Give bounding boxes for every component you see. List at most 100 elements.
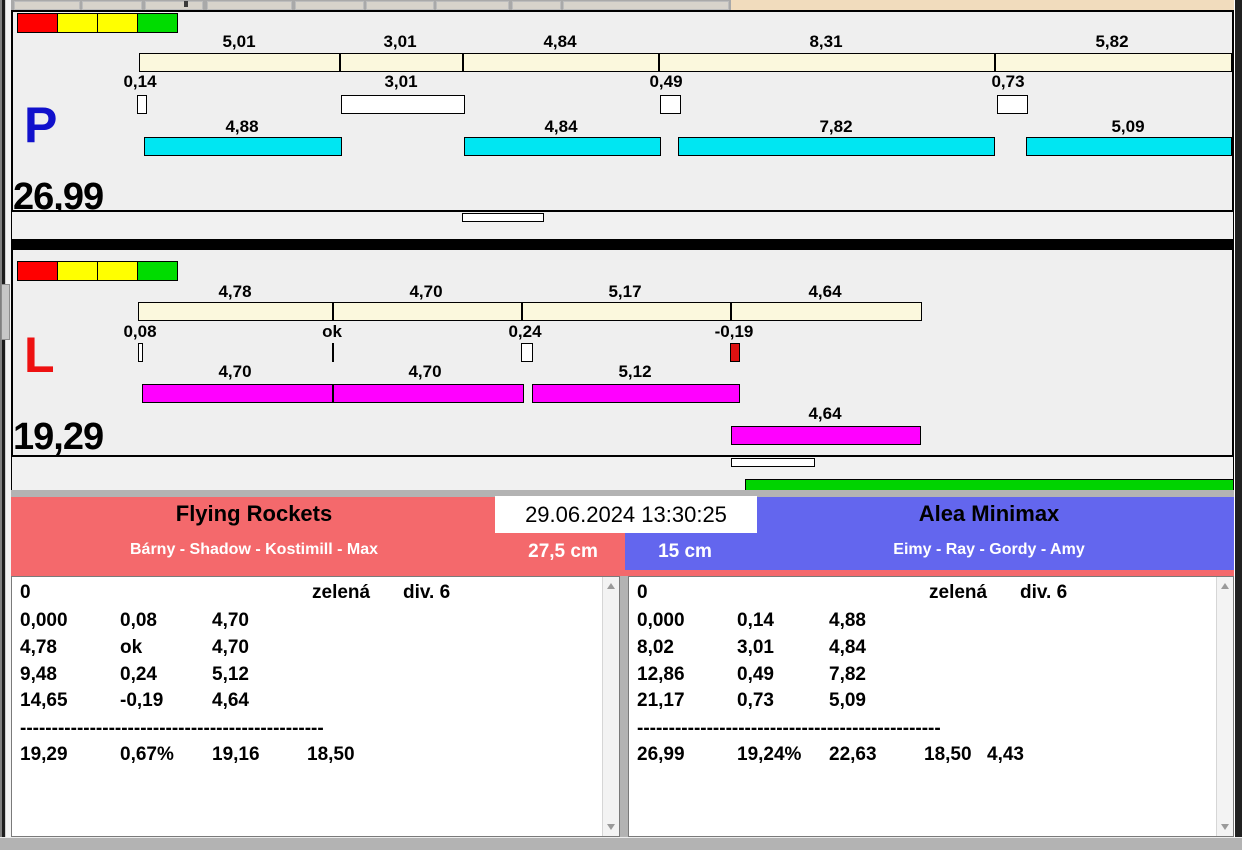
log-cell: 21,17 bbox=[637, 690, 685, 711]
window-fragment bbox=[436, 1, 509, 10]
gap-marker-box bbox=[341, 95, 465, 114]
log-cell: 4,88 bbox=[829, 610, 866, 631]
log-cell: 0,000 bbox=[637, 610, 685, 631]
measure-bar bbox=[1026, 137, 1232, 156]
gap-marker-box bbox=[997, 95, 1028, 114]
log-cell: 14,65 bbox=[20, 690, 68, 711]
log-scrollbar[interactable] bbox=[1216, 577, 1233, 836]
log-cell: 0,24 bbox=[120, 664, 157, 685]
lane-l-scale-bar bbox=[138, 302, 922, 321]
gap-marker-tick bbox=[332, 343, 334, 362]
log-cell: 4,84 bbox=[829, 637, 866, 658]
log-cell: ok bbox=[120, 637, 143, 658]
team-right-distance: 15 cm bbox=[658, 541, 712, 562]
lane-p-progress-box bbox=[462, 213, 544, 222]
window-fragment bbox=[366, 1, 434, 10]
scale-divider bbox=[332, 303, 334, 320]
window-bottom-edge bbox=[0, 837, 1242, 850]
window-fragment bbox=[295, 1, 364, 10]
log-cell: 7,82 bbox=[829, 664, 866, 685]
scale-segment-label: 8,31 bbox=[809, 32, 843, 51]
log-scrollbar[interactable] bbox=[602, 577, 619, 836]
gap-label: 0,08 bbox=[123, 322, 157, 341]
bar-label: 4,70 bbox=[408, 362, 442, 381]
gap-label: 0,14 bbox=[123, 72, 157, 91]
team-right-log: 0 zelená div. 6 0,000 0,14 4,88 8,02 3,0… bbox=[628, 576, 1234, 837]
scale-segment-label: 4,70 bbox=[409, 282, 443, 301]
team-left-distance: 27,5 cm bbox=[528, 541, 598, 562]
edge-scrollbar-thumb[interactable] bbox=[1, 284, 10, 340]
bar-divider bbox=[332, 385, 334, 402]
scale-segment-label: 4,64 bbox=[808, 282, 842, 301]
log-cell: 4,70 bbox=[212, 637, 249, 658]
scale-segment-label: 5,17 bbox=[608, 282, 642, 301]
gap-label: 0,24 bbox=[508, 322, 542, 341]
gap-label: -0,19 bbox=[714, 322, 754, 341]
log-total: 18,50 bbox=[307, 744, 355, 765]
window-chrome-top bbox=[11, 0, 731, 10]
lane-p-total: 26,99 bbox=[13, 176, 104, 218]
measurement-app-window: 5,01 3,01 4,84 8,31 5,82 0,14 3,01 0,49 … bbox=[0, 0, 1242, 850]
log-total: 4,43 bbox=[987, 744, 1024, 765]
gap-label: 3,01 bbox=[384, 72, 418, 91]
team-right-members: Eimy - Ray - Gordy - Amy bbox=[893, 541, 1085, 558]
scale-segment-label: 3,01 bbox=[383, 32, 417, 51]
log-total: 26,99 bbox=[637, 744, 685, 765]
measure-bar bbox=[142, 384, 524, 403]
log-cell: 0,49 bbox=[737, 664, 774, 685]
gap-label: 0,49 bbox=[649, 72, 683, 91]
window-fragment bbox=[145, 1, 203, 10]
measure-bar bbox=[144, 137, 342, 156]
log-cell: 3,01 bbox=[737, 637, 774, 658]
log-cell: -0,19 bbox=[120, 690, 164, 711]
log-total: 0,67% bbox=[120, 744, 174, 765]
measure-bar bbox=[731, 426, 921, 445]
log-separator: ----------------------------------------… bbox=[20, 718, 324, 739]
panel-separator bbox=[11, 239, 1234, 250]
log-cell-color: zelená bbox=[929, 582, 988, 603]
scale-divider bbox=[730, 303, 732, 320]
window-fragment bbox=[14, 1, 80, 10]
team-left-members: Bárny - Shadow - Kostimill - Max bbox=[129, 541, 379, 558]
gap-label: ok bbox=[322, 322, 342, 341]
team-left-name: Flying Rockets bbox=[175, 501, 333, 526]
log-cell: 0 bbox=[637, 582, 648, 603]
bar-label: 4,64 bbox=[808, 404, 842, 423]
log-total: 19,24% bbox=[737, 744, 802, 765]
log-cell-color: zelená bbox=[312, 582, 371, 603]
scale-divider bbox=[521, 303, 523, 320]
log-cell-division: div. 6 bbox=[1020, 582, 1068, 603]
log-cell: 9,48 bbox=[20, 664, 57, 685]
log-cell: 12,86 bbox=[637, 664, 685, 685]
lane-p-status-yellow2 bbox=[97, 13, 138, 33]
scale-divider bbox=[462, 54, 464, 71]
log-total: 18,50 bbox=[924, 744, 972, 765]
lane-l-progress-box bbox=[731, 458, 815, 467]
lane-l-letter: L bbox=[24, 327, 55, 383]
log-cell: 0 bbox=[20, 582, 31, 603]
log-cell: 0,14 bbox=[737, 610, 774, 631]
gap-label: 0,73 bbox=[991, 72, 1025, 91]
scroll-up-icon[interactable] bbox=[1221, 583, 1229, 589]
log-cell: 0,73 bbox=[737, 690, 774, 711]
bar-label: 5,09 bbox=[1111, 117, 1145, 136]
bar-label: 7,82 bbox=[819, 117, 853, 136]
log-cell: 4,78 bbox=[20, 637, 57, 658]
measure-bar bbox=[464, 137, 661, 156]
lane-p-status-yellow1 bbox=[57, 13, 98, 33]
lane-p-panel bbox=[11, 10, 1234, 212]
window-fragment bbox=[512, 1, 561, 10]
lane-l-status-red bbox=[17, 261, 58, 281]
scale-segment-label: 5,82 bbox=[1095, 32, 1129, 51]
datetime-display: 29.06.2024 13:30:25 bbox=[495, 496, 757, 533]
measure-bar bbox=[678, 137, 995, 156]
scroll-down-icon[interactable] bbox=[1221, 824, 1229, 830]
gap-marker-box bbox=[137, 95, 147, 114]
scroll-down-icon[interactable] bbox=[607, 824, 615, 830]
gap-marker-box-negative bbox=[730, 343, 740, 362]
scroll-up-icon[interactable] bbox=[607, 583, 615, 589]
team-right-name: Alea Minimax bbox=[918, 501, 1060, 526]
lane-p-status-green bbox=[137, 13, 178, 33]
log-cell: 0,000 bbox=[20, 610, 68, 631]
window-chrome-top-right bbox=[731, 0, 1234, 10]
